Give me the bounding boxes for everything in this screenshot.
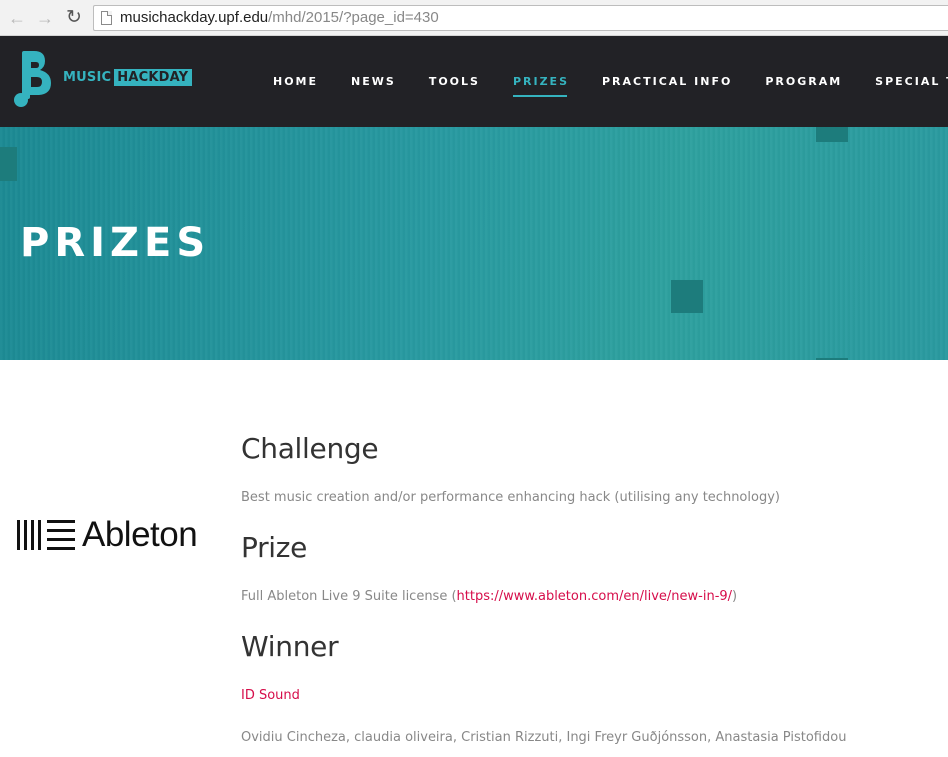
logo-wordmark: MUSIC HACKDAY xyxy=(63,69,193,86)
challenge-heading: Challenge xyxy=(241,432,379,465)
main-navigation: HOME NEWS TOOLS PRIZES PRACTICAL INFO PR… xyxy=(273,36,948,127)
winner-name: ID Sound xyxy=(241,688,300,703)
nav-tools[interactable]: TOOLS xyxy=(429,36,480,127)
url-path: /mhd/2015/?page_id=430 xyxy=(268,9,439,26)
logo-hackday-text: HACKDAY xyxy=(114,69,193,86)
browser-toolbar: ← → ↻ musichackday.upf.edu/mhd/2015/?pag… xyxy=(0,0,948,36)
nav-news[interactable]: NEWS xyxy=(351,36,396,127)
decorative-square xyxy=(816,358,848,360)
decorative-square xyxy=(816,127,848,142)
page-icon xyxy=(101,11,112,25)
forward-arrow-icon[interactable]: → xyxy=(34,7,56,29)
nav-special-track[interactable]: SPECIAL TRACK xyxy=(875,36,948,127)
page-title: PRIZES xyxy=(20,220,211,266)
prize-heading: Prize xyxy=(241,531,308,564)
nav-home[interactable]: HOME xyxy=(273,36,318,127)
ableton-bars-icon xyxy=(17,519,75,551)
nav-practical-info[interactable]: PRACTICAL INFO xyxy=(602,36,732,127)
address-bar[interactable]: musichackday.upf.edu/mhd/2015/?page_id=4… xyxy=(93,5,948,31)
logo-music-text: MUSIC xyxy=(63,70,112,85)
prize-text-before: Full Ableton Live 9 Suite license ( xyxy=(241,589,457,604)
site-logo[interactable]: MUSIC HACKDAY xyxy=(14,50,204,110)
winner-heading: Winner xyxy=(241,630,339,663)
prize-text-after: ) xyxy=(732,589,738,604)
music-note-b-icon xyxy=(14,51,51,107)
decorative-square xyxy=(0,147,17,181)
decorative-square xyxy=(671,280,703,313)
winner-link[interactable]: ID Sound xyxy=(241,688,300,703)
nav-prizes[interactable]: PRIZES xyxy=(512,36,569,127)
nav-program[interactable]: PROGRAM xyxy=(765,36,842,127)
site-header: MUSIC HACKDAY HOME NEWS TOOLS PRIZES PRA… xyxy=(0,36,948,127)
ableton-logo: Ableton xyxy=(17,515,198,555)
ableton-wordmark: Ableton xyxy=(82,515,198,554)
prize-text: Full Ableton Live 9 Suite license (https… xyxy=(241,589,737,604)
url-text[interactable]: musichackday.upf.edu/mhd/2015/?page_id=4… xyxy=(120,9,439,27)
url-domain: musichackday.upf.edu xyxy=(120,9,269,26)
challenge-text: Best music creation and/or performance e… xyxy=(241,490,780,505)
hero-banner: PRIZES xyxy=(0,127,948,360)
reload-icon[interactable]: ↻ xyxy=(63,7,85,29)
back-arrow-icon[interactable]: ← xyxy=(6,7,28,29)
ableton-link[interactable]: https://www.ableton.com/en/live/new-in-9… xyxy=(457,589,733,604)
winner-team: Ovidiu Cincheza, claudia oliveira, Crist… xyxy=(241,730,847,745)
